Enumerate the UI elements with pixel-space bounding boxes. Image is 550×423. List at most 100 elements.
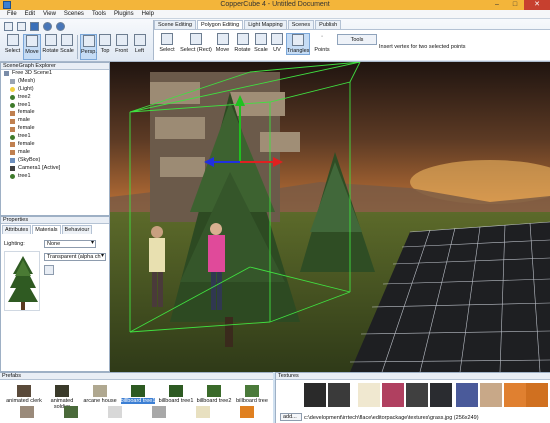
texture-thumbnail[interactable] [430,383,452,407]
scenegraph-node[interactable]: tree1 [4,173,109,181]
texture-thumbnail[interactable] [456,383,478,407]
scenegraph-node-label: Free 3D Scene1 [12,70,53,76]
lighting-select[interactable]: None [44,239,96,248]
prefab-thumbnail [55,385,69,397]
maximize-icon[interactable]: □ [506,0,524,10]
prefab-thumbnail[interactable] [240,406,254,418]
material-type-select[interactable]: Transparent (alpha ch [44,253,106,261]
scenegraph-node[interactable]: male [4,149,109,157]
polygon-editing-toolbar: Select Select (Rect) Move Rotate Scale U… [154,29,550,60]
scenegraph-node[interactable]: Camera1 [Active] [4,165,109,173]
select-tool-button[interactable]: Select [3,34,22,60]
menu-bar: File Edit View Scenes Tools Plugins Help [0,10,550,19]
texture-thumbnail[interactable] [526,383,548,407]
left-view-icon [133,34,146,46]
scenegraph-node[interactable]: (Mesh) [4,78,109,86]
poly-select-button[interactable]: Select [158,33,176,53]
tab-light-mapping[interactable]: Light Mapping [244,20,287,29]
tree-node-icon [10,134,15,140]
prefab-item[interactable]: animated clerk [4,385,44,404]
scenegraph-node[interactable]: (Light) [4,86,109,94]
redo-icon[interactable] [56,22,65,31]
texture-thumbnail[interactable] [358,383,380,407]
tab-attributes[interactable]: Attributes [2,225,32,234]
scenegraph-node-label: tree2 [18,93,31,100]
scenegraph-node[interactable]: female [4,125,109,133]
person-node-icon [10,118,15,124]
prefab-item[interactable]: arcane house [80,385,120,404]
menu-plugins[interactable]: Plugins [110,10,138,18]
prefab-thumbnail [17,385,31,397]
open-folder-icon[interactable] [17,22,26,31]
left-view-button[interactable]: Left [131,34,148,60]
perspective-view-button[interactable]: Persp. [80,34,97,60]
texture-path: c:\development\irrtech\flace\editorpacka… [304,415,479,421]
menu-edit[interactable]: Edit [21,10,39,18]
scenegraph-node[interactable]: tree1 [4,133,109,141]
front-view-button[interactable]: Front [113,34,130,60]
menu-scenes[interactable]: Scenes [60,10,88,18]
rotate-icon [44,34,57,46]
minimize-icon[interactable]: – [488,0,506,10]
tab-polygon-editing[interactable]: Polygon Editing [196,20,244,29]
editing-tabs-panel: Scene Editing Polygon Editing Light Mapp… [153,20,550,60]
top-view-button[interactable]: Top [98,34,112,60]
menu-tools[interactable]: Tools [88,10,110,18]
prefab-item[interactable]: billboard tree2 [194,385,234,404]
prefab-thumbnail[interactable] [64,406,78,418]
scenegraph-node[interactable]: female [4,141,109,149]
prefab-item[interactable]: billboard tree [232,385,272,404]
poly-move-button[interactable]: Move [214,33,231,53]
prefab-item[interactable]: billboard tree1 [156,385,196,404]
texture-thumbnail[interactable] [504,383,526,407]
scenegraph-node[interactable]: (SkyBox) [4,157,109,165]
scenegraph-node[interactable]: female [4,109,109,117]
prefab-thumbnail [245,385,259,397]
prefab-thumbnail[interactable] [108,406,122,418]
material-texture-preview[interactable] [4,251,40,311]
scenegraph-node-label: tree1 [18,101,31,108]
texture-thumbnail[interactable] [480,383,502,407]
scenegraph-node[interactable]: tree1 [4,102,109,110]
poly-select-rect-button[interactable]: Select (Rect) [179,33,213,53]
scale-tool-button[interactable]: Scale [59,34,75,60]
tab-scenes[interactable]: Scenes [287,20,315,29]
undo-icon[interactable] [43,22,52,31]
menu-help[interactable]: Help [138,10,158,18]
poly-rotate-button[interactable]: Rotate [233,33,252,53]
scenegraph-node[interactable]: tree2 [4,94,109,102]
new-file-icon[interactable] [4,22,13,31]
scenegraph-node-label: Camera1 [Active] [18,164,61,171]
texture-thumbnail[interactable] [328,383,350,407]
scenegraph-node[interactable]: Free 3D Scene1 [4,70,109,78]
prefab-thumbnail[interactable] [196,406,210,418]
poly-scale-button[interactable]: Scale [253,33,269,53]
menu-file[interactable]: File [3,10,21,18]
rotate-tool-button[interactable]: Rotate [42,34,59,60]
3d-viewport[interactable] [110,62,550,372]
tools-button[interactable]: Tools [337,34,377,45]
texture-browse-icon[interactable] [44,265,54,275]
tab-publish[interactable]: Publish [315,20,342,29]
texture-thumbnail[interactable] [304,383,326,407]
poly-uv-button[interactable]: UV [271,33,283,53]
menu-view[interactable]: View [39,10,60,18]
poly-triangles-button[interactable]: Triangles [286,33,310,55]
prefab-thumbnail[interactable] [20,406,34,418]
tab-materials[interactable]: Materials [32,225,61,234]
close-icon[interactable]: ✕ [524,0,550,10]
prefab-thumbnail[interactable] [152,406,166,418]
rotate-icon [236,33,249,45]
prefab-item[interactable]: billboard tree1 [118,385,158,404]
tab-scene-editing[interactable]: Scene Editing [154,20,196,29]
add-texture-select[interactable]: add... [280,413,302,421]
texture-thumbnail[interactable] [382,383,404,407]
tab-behaviour[interactable]: Behaviour [61,225,93,234]
prefab-thumbnail [131,385,145,397]
poly-points-button[interactable]: · Points [313,33,331,53]
save-icon[interactable] [30,22,39,31]
texture-thumbnail[interactable] [406,383,428,407]
scenegraph-node[interactable]: male [4,117,109,125]
move-tool-button[interactable]: Move [23,34,41,60]
textures-title: Textures [276,373,550,380]
